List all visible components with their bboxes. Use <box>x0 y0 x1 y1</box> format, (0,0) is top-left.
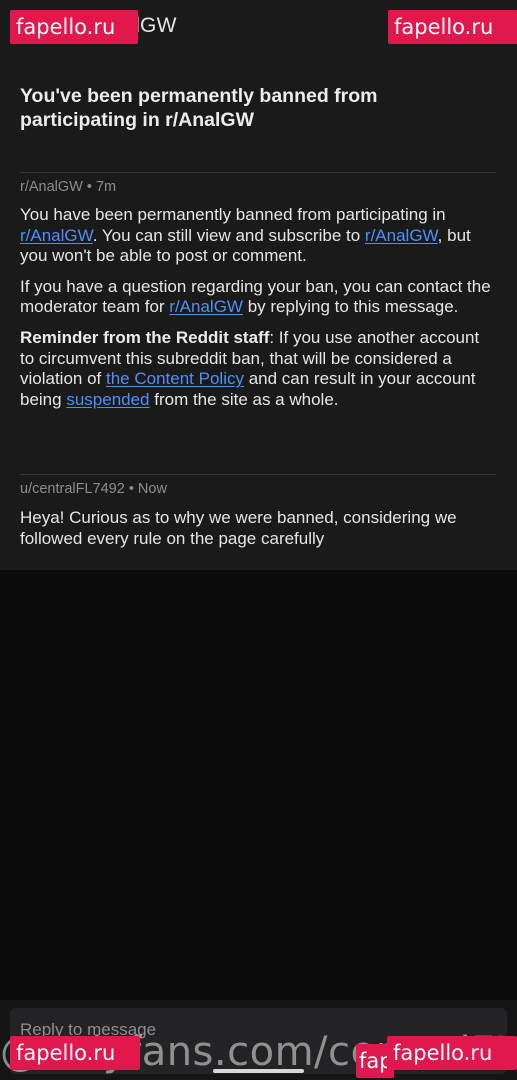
divider <box>20 172 496 173</box>
reply-body: Heya! Curious as to why we were banned, … <box>20 508 498 559</box>
reply-meta: u/centralFL7492 • Now <box>20 481 167 497</box>
watermark-logo: fapello.ru <box>387 1036 517 1070</box>
suspended-link[interactable]: suspended <box>66 390 149 409</box>
watermark-logo: fapello.ru <box>10 10 138 44</box>
text-span: You have been permanently banned from pa… <box>20 205 446 224</box>
subreddit-link[interactable]: r/AnalGW <box>169 297 243 316</box>
watermark-logo: fapello.ru <box>388 10 517 44</box>
message-screen: r/AnalGW You've been permanently banned … <box>0 0 517 1080</box>
text-span: from the site as a whole. <box>149 389 339 409</box>
paragraph-contact: If you have a question regarding your ba… <box>20 277 498 318</box>
message-subject: You've been permanently banned from part… <box>20 85 378 131</box>
reply-text: Heya! Curious as to why we were banned, … <box>20 508 457 548</box>
content-policy-link[interactable]: the Content Policy <box>106 369 244 388</box>
home-indicator[interactable] <box>213 1069 304 1073</box>
divider <box>20 474 496 475</box>
message-meta: r/AnalGW • 7m <box>20 179 117 195</box>
message-panel: r/AnalGW You've been permanently banned … <box>0 0 517 570</box>
watermark-logo: fapello.ru <box>10 1036 140 1070</box>
subreddit-link[interactable]: r/AnalGW <box>20 226 93 245</box>
reminder-heading: Reminder from the Reddit staff <box>20 327 270 347</box>
message-body: You have been permanently banned from pa… <box>20 205 498 420</box>
paragraph-ban-notice: You have been permanently banned from pa… <box>20 205 498 267</box>
text-span: by replying to this message. <box>242 297 459 317</box>
text-span: . You can still view and subscribe to <box>92 225 365 245</box>
paragraph-reminder: Reminder from the Reddit staff: If you u… <box>20 328 498 410</box>
subreddit-link[interactable]: r/AnalGW <box>365 226 438 245</box>
